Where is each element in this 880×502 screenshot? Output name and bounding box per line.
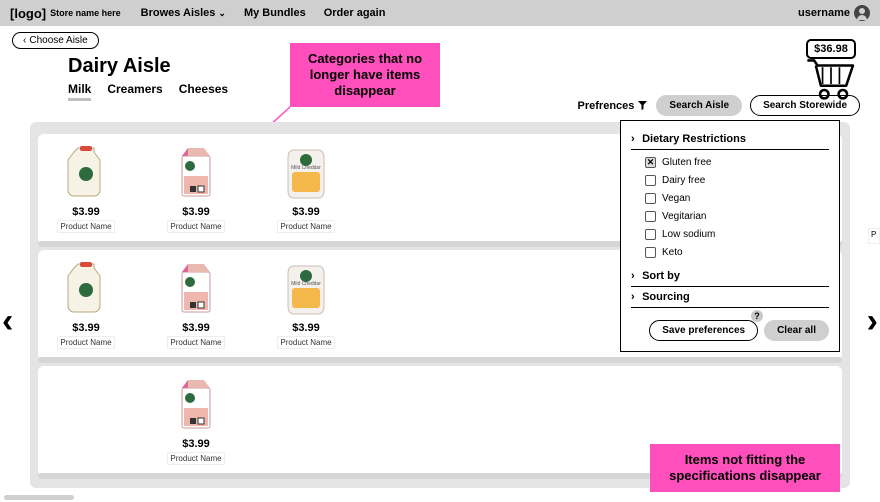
user-menu[interactable]: username [798, 5, 870, 21]
store-name: Store name here [50, 9, 121, 18]
product-name: Product Name [57, 336, 114, 349]
checkbox-icon [645, 247, 656, 258]
product-name: Product Name [57, 220, 114, 233]
product-name: Product Name [167, 220, 224, 233]
category-tabs: Milk Creamers Cheeses [68, 82, 228, 101]
pref-option-label: Vegitarian [662, 211, 706, 222]
product-card[interactable]: $3.99 Product Name [266, 258, 346, 358]
product-price: $3.99 [156, 322, 236, 334]
checkbox-icon [645, 211, 656, 222]
product-image [56, 142, 116, 202]
pref-section-sourcing[interactable]: › Sourcing [631, 287, 829, 308]
horizontal-scrollbar[interactable] [4, 495, 74, 500]
nav-my-bundles[interactable]: My Bundles [244, 7, 306, 19]
username-label: username [798, 7, 850, 19]
filter-icon [637, 100, 648, 111]
pref-option[interactable]: Vegitarian [645, 211, 829, 222]
product-card[interactable]: $3.99 Product Name [46, 142, 126, 242]
checkbox-icon [645, 193, 656, 204]
checkbox-icon [645, 229, 656, 240]
pref-sourcing-title: Sourcing [642, 291, 690, 303]
pref-option-label: Low sodium [662, 229, 715, 240]
pref-section-dietary[interactable]: › Dietary Restrictions [631, 129, 829, 150]
pref-dietary-title: Dietary Restrictions [642, 133, 746, 145]
product-image [166, 258, 226, 318]
chevron-right-icon: › [631, 133, 639, 145]
category-tab-creamers[interactable]: Creamers [107, 82, 162, 101]
search-aisle-button[interactable]: Search Aisle [656, 95, 742, 116]
pref-option[interactable]: Vegan [645, 193, 829, 204]
product-card[interactable]: $3.99 Product Name [156, 142, 236, 242]
category-tab-milk[interactable]: Milk [68, 82, 91, 101]
aisle-header: Dairy Aisle MilkCreamersCheeses Categori… [0, 55, 880, 116]
chevron-left-icon: ‹ [23, 35, 26, 46]
pref-sortby-title: Sort by [642, 270, 680, 282]
product-card[interactable]: $3.99 Product Name [46, 258, 126, 358]
product-name: Product Name [167, 452, 224, 465]
choose-aisle-button[interactable]: ‹ Choose Aisle [12, 32, 99, 49]
product-card[interactable]: $3.99 Product Name [266, 142, 346, 242]
product-price: $3.99 [156, 438, 236, 450]
top-nav: [logo] Store name here Browes Aisles ⌄ M… [0, 0, 880, 26]
save-preferences-button[interactable]: Save preferences [649, 320, 758, 341]
checkbox-icon [645, 157, 656, 168]
chevron-right-icon: › [631, 291, 639, 303]
pref-option-label: Gluten free [662, 157, 711, 168]
nav-order-again[interactable]: Order again [324, 7, 386, 19]
product-price: $3.99 [266, 206, 346, 218]
product-image [166, 142, 226, 202]
cart[interactable]: $36.98 [804, 39, 858, 106]
pref-option[interactable]: Keto [645, 247, 829, 258]
product-peek: P [868, 228, 880, 244]
pref-option-label: Vegan [662, 193, 690, 204]
product-price: $3.99 [156, 206, 236, 218]
product-price: $3.99 [266, 322, 346, 334]
pref-option[interactable]: Gluten free [645, 157, 829, 168]
cart-icon [804, 55, 858, 106]
product-price: $3.99 [46, 322, 126, 334]
annotation-items: Items not fitting the specifications dis… [650, 444, 840, 492]
product-name: Product Name [277, 336, 334, 349]
product-image [276, 142, 336, 202]
product-price: $3.99 [46, 206, 126, 218]
annotation-categories: Categories that no longer have items dis… [290, 43, 440, 107]
product-name: Product Name [167, 336, 224, 349]
scroll-left-button[interactable]: ‹ [2, 302, 13, 341]
help-icon[interactable]: ? [751, 310, 763, 322]
clear-all-button[interactable]: Clear all [764, 320, 829, 341]
product-card[interactable]: $3.99 Product Name [156, 374, 236, 474]
product-image [166, 374, 226, 434]
pref-option-label: Dairy free [662, 175, 705, 186]
product-name: Product Name [277, 220, 334, 233]
pref-option-label: Keto [662, 247, 683, 258]
scroll-right-button[interactable]: › [867, 302, 878, 341]
aisle-content: ‹ › $3.99Product Name$3.99Product Name$3… [0, 122, 880, 498]
chevron-right-icon: › [631, 270, 639, 282]
checkbox-icon [645, 175, 656, 186]
pref-section-sortby[interactable]: › Sort by [631, 266, 829, 287]
nav-browse-aisles[interactable]: Browes Aisles ⌄ [141, 7, 226, 19]
product-image [56, 258, 116, 318]
preferences-panel: › Dietary Restrictions Gluten free Dairy … [620, 120, 840, 352]
category-tab-cheeses[interactable]: Cheeses [179, 82, 228, 101]
logo: [logo] [10, 6, 46, 21]
nav-browse-label: Browes Aisles [141, 7, 216, 19]
product-image [276, 258, 336, 318]
chevron-down-icon: ⌄ [218, 8, 226, 19]
aisle-title: Dairy Aisle [68, 55, 228, 78]
product-card[interactable]: $3.99 Product Name [156, 258, 236, 358]
preferences-toggle[interactable]: Prefrences [578, 100, 649, 112]
cart-total: $36.98 [806, 39, 856, 59]
pref-option[interactable]: Dairy free [645, 175, 829, 186]
pref-option[interactable]: Low sodium [645, 229, 829, 240]
avatar-icon [854, 5, 870, 21]
choose-aisle-label: Choose Aisle [29, 35, 87, 46]
preferences-label: Prefrences [578, 100, 635, 112]
